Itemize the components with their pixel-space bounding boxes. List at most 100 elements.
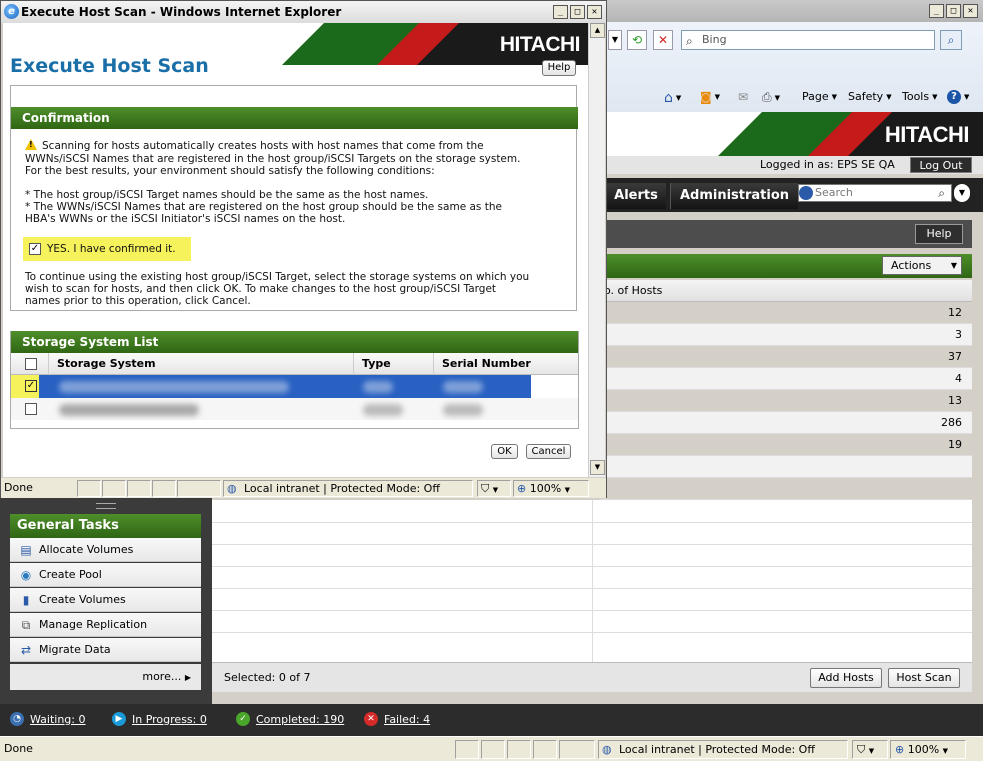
select-all-checkbox[interactable]: [25, 358, 37, 370]
safety-menu[interactable]: Safety ▼: [848, 90, 892, 103]
column-header-no-of-hosts[interactable]: o. of Hosts: [600, 280, 972, 302]
scroll-up-icon[interactable]: ▲: [590, 23, 605, 38]
maximize-icon[interactable]: □: [570, 5, 585, 19]
more-tasks-link[interactable]: more... ▶: [10, 664, 201, 690]
task-create-volumes[interactable]: ▮ Create Volumes: [10, 588, 201, 612]
panel-drag-handle[interactable]: [96, 503, 116, 509]
general-tasks-header: General Tasks: [10, 514, 201, 538]
replication-icon: ⧉: [21, 618, 31, 632]
tab-administration[interactable]: Administration: [670, 183, 798, 209]
home-button[interactable]: ⌂ ▼: [664, 90, 681, 106]
table-row[interactable]: 37: [600, 346, 972, 368]
table-row-empty: [600, 456, 972, 478]
minimize-icon[interactable]: _: [553, 5, 568, 19]
jobs-completed-label: Completed: 190: [256, 712, 345, 726]
mail-button[interactable]: ✉: [738, 90, 748, 104]
column-type[interactable]: Type: [354, 353, 434, 375]
ie-icon: e: [4, 4, 19, 19]
jobs-failed-link[interactable]: ✕ Failed: 4: [364, 712, 430, 726]
selected-count: Selected: 0 of 7: [224, 671, 311, 684]
refresh-icon[interactable]: ⟲: [627, 30, 647, 50]
actions-label: Actions: [891, 259, 932, 272]
help-menu[interactable]: ? ▼: [947, 90, 969, 104]
popup-status-bar: Done ◍ Local intranet | Protected Mode: …: [1, 478, 606, 498]
protected-mode-toggle[interactable]: ⛉ ▼: [477, 480, 511, 497]
redacted-storage-name: [59, 381, 289, 393]
zoom-control[interactable]: ⊕ 100% ▼: [513, 480, 589, 497]
zone-label: Local intranet | Protected Mode: Off: [244, 482, 440, 495]
redacted-type: [363, 404, 403, 416]
confirmation-text: * The host group/iSCSI Target names shou…: [25, 189, 429, 201]
storage-system-list-header: Storage System List: [11, 331, 578, 353]
table-row[interactable]: 286: [600, 412, 972, 434]
warning-icon-mark: !: [29, 140, 33, 149]
task-label: Migrate Data: [39, 643, 111, 656]
jobs-waiting-link[interactable]: ◔ Waiting: 0: [10, 712, 86, 726]
bing-search-input[interactable]: ⌕ Bing: [681, 30, 935, 50]
task-migrate-data[interactable]: ⇄ Migrate Data: [10, 638, 201, 662]
confirm-checkbox-label[interactable]: YES. I have confirmed it.: [47, 243, 176, 255]
popup-help-button[interactable]: Help: [542, 60, 576, 76]
hitachi-logo: HITACHI: [499, 33, 581, 56]
instruction-text: To continue using the existing host grou…: [25, 271, 530, 283]
host-scan-button[interactable]: Host Scan: [888, 668, 960, 688]
task-manage-replication[interactable]: ⧉ Manage Replication: [10, 613, 201, 637]
feeds-button[interactable]: ◙ ▼: [700, 90, 720, 104]
tab-alerts[interactable]: Alerts: [606, 183, 666, 209]
jobs-in-progress-link[interactable]: ▶ In Progress: 0: [112, 712, 207, 726]
page-menu-label: Page: [802, 90, 829, 103]
printer-icon: ⎙: [762, 90, 772, 104]
close-icon[interactable]: ✕: [963, 4, 978, 18]
status-pane: [77, 480, 101, 497]
security-zone[interactable]: ◍ Local intranet | Protected Mode: Off: [598, 740, 848, 759]
grid-column-divider: [592, 500, 593, 662]
tools-menu[interactable]: Tools ▼: [902, 90, 938, 103]
security-zone[interactable]: ◍ Local intranet | Protected Mode: Off: [223, 480, 473, 497]
main-help-button[interactable]: Help: [915, 224, 963, 244]
zoom-control[interactable]: ⊕ 100% ▼: [890, 740, 966, 759]
cancel-button[interactable]: Cancel: [526, 444, 571, 459]
task-label: Create Pool: [39, 568, 102, 581]
shield-icon: ⛉: [481, 482, 490, 495]
popup-scrollbar[interactable]: ▲ ▼: [588, 23, 605, 477]
status-pane: [559, 740, 595, 759]
bing-placeholder: Bing: [702, 33, 727, 46]
page-menu[interactable]: Page ▼: [802, 90, 837, 103]
confirmation-header: Confirmation: [11, 107, 578, 129]
stop-icon[interactable]: ✕: [653, 30, 673, 50]
task-create-pool[interactable]: ◉ Create Pool: [10, 563, 201, 587]
ok-button[interactable]: OK: [491, 444, 518, 459]
actions-menu-button[interactable]: Actions ▼: [882, 256, 962, 275]
search-options-button[interactable]: ▼: [954, 184, 970, 202]
protected-mode-toggle[interactable]: ⛉ ▼: [852, 740, 888, 759]
main-window-controls: _ □ ✕: [929, 4, 978, 18]
confirm-checkbox[interactable]: ✓: [29, 243, 41, 255]
jobs-completed-link[interactable]: ✓ Completed: 190: [236, 712, 344, 726]
table-row[interactable]: 4: [600, 368, 972, 390]
column-storage-system[interactable]: Storage System: [49, 353, 354, 375]
table-row[interactable]: 13: [600, 390, 972, 412]
confirmation-text: WWNs/iSCSI Names that are registered in …: [25, 153, 521, 165]
row-checkbox[interactable]: ✓: [25, 380, 37, 392]
bing-search-button[interactable]: ⌕: [940, 30, 962, 50]
shield-icon: ⛉: [857, 743, 866, 756]
add-hosts-button[interactable]: Add Hosts: [810, 668, 882, 688]
scroll-down-icon[interactable]: ▼: [590, 460, 605, 475]
nav-search-input[interactable]: Search ⌕: [798, 184, 952, 202]
close-icon[interactable]: ✕: [587, 5, 602, 19]
status-pane: [102, 480, 126, 497]
table-row[interactable]: 19: [600, 434, 972, 456]
logout-button[interactable]: Log Out: [910, 157, 972, 173]
table-row[interactable]: 3: [600, 324, 972, 346]
table-row-empty: [600, 478, 972, 500]
minimize-icon[interactable]: _: [929, 4, 944, 18]
zoom-icon: ⊕: [517, 482, 527, 495]
status-pane: [177, 480, 221, 497]
row-checkbox[interactable]: [25, 403, 37, 415]
column-serial-number[interactable]: Serial Number: [434, 353, 578, 375]
print-button[interactable]: ⎙ ▼: [762, 90, 780, 105]
task-allocate-volumes[interactable]: ▤ Allocate Volumes: [10, 538, 201, 562]
table-row[interactable]: 12: [600, 302, 972, 324]
maximize-icon[interactable]: □: [946, 4, 961, 18]
address-dropdown-icon[interactable]: ▼: [608, 30, 622, 50]
